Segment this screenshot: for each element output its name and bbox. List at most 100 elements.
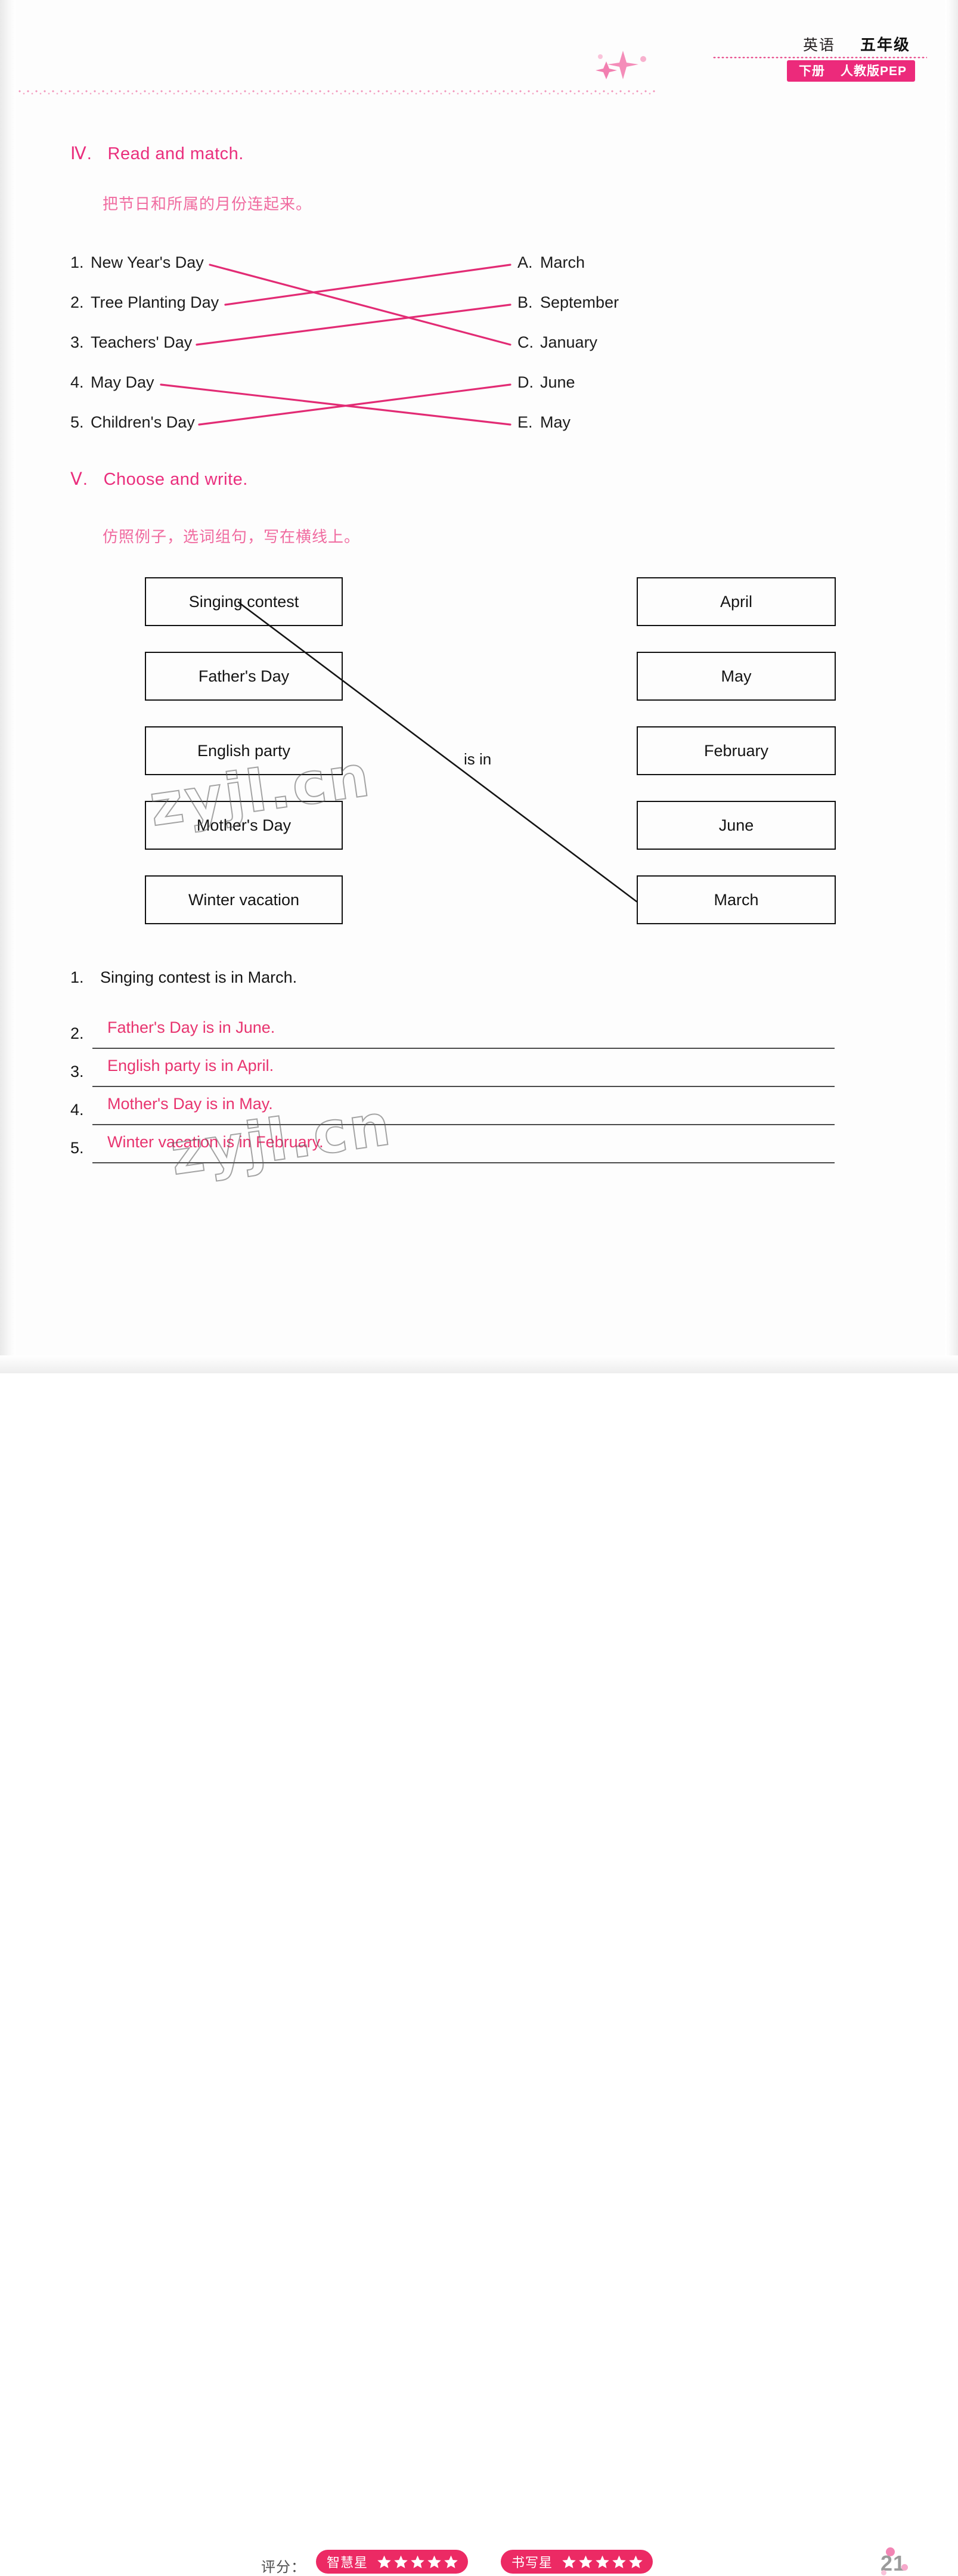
answer-rule-2 <box>92 1048 835 1049</box>
footer-dot-1 <box>886 2547 895 2556</box>
match-left-label-3: Teachers' Day <box>91 333 193 351</box>
match-left-label-5: Children's Day <box>91 413 195 431</box>
header-edition-band: 下册 人教版PEP <box>786 60 915 82</box>
answer-num-3: 3. <box>70 1063 84 1080</box>
match-left-num-1: 1. <box>70 253 84 271</box>
match-right-ltr-d: D. <box>517 373 534 391</box>
match-left-label-2: Tree Planting Day <box>91 293 219 311</box>
match-line-4-e <box>160 383 511 426</box>
footer-dot-2 <box>901 2564 908 2571</box>
header-subject: 英语 <box>802 37 835 54</box>
match-left-num-2: 2. <box>70 293 84 311</box>
match-line-2-a <box>224 264 511 306</box>
word-box-left-1[interactable]: Singing contest <box>145 577 343 626</box>
star-icon <box>579 2555 593 2568</box>
header-dotted-rule <box>712 57 927 58</box>
answer-rule-4 <box>92 1124 835 1125</box>
match-left-label-4: May Day <box>91 373 154 391</box>
star-icon <box>377 2555 391 2568</box>
match-right-label-d: June <box>540 373 575 391</box>
word-box-left-5[interactable]: Winter vacation <box>145 875 343 924</box>
badge-writing-star-rating <box>562 2555 643 2569</box>
badge-writing-star-label: 书写星 <box>511 2555 553 2570</box>
section-4-heading: Ⅳ. Read and match. <box>70 143 244 164</box>
answer-rule-5 <box>92 1162 835 1163</box>
match-right-item-a[interactable]: A. March <box>517 253 585 272</box>
word-box-left-4[interactable]: Mother's Day <box>145 801 343 850</box>
word-box-left-3[interactable]: English party <box>145 726 343 775</box>
match-right-label-c: January <box>540 333 598 351</box>
match-line-3-b <box>196 304 511 346</box>
match-line-5-d <box>198 383 511 426</box>
match-right-item-d[interactable]: D. June <box>517 373 575 392</box>
answer-text-5[interactable]: Winter vacation is in February. <box>107 1133 324 1151</box>
star-icon <box>596 2555 609 2568</box>
match-right-ltr-c: C. <box>517 333 534 351</box>
answer-num-1: 1. <box>70 968 84 986</box>
match-left-item-4[interactable]: 4. May Day <box>70 373 154 392</box>
answer-text-4[interactable]: Mother's Day is in May. <box>107 1095 273 1113</box>
badge-wisdom-star[interactable]: 智慧星 <box>316 2550 469 2574</box>
match-right-item-c[interactable]: C. January <box>517 333 597 352</box>
star-icon <box>629 2555 643 2568</box>
star-icon <box>411 2555 424 2568</box>
match-left-item-1[interactable]: 1. New Year's Day <box>70 253 204 272</box>
page-bottom-edge-shade <box>0 1355 958 1373</box>
match-left-item-5[interactable]: 5. Children's Day <box>70 413 195 432</box>
answer-num-2: 2. <box>70 1024 84 1042</box>
answer-text-1: Singing contest is in March. <box>100 968 297 986</box>
page-footer: 评分： 智慧星 书写星 21 <box>0 1264 958 2575</box>
footer-dot-3 <box>881 2570 886 2575</box>
answer-num-5: 5. <box>70 1139 84 1157</box>
match-left-num-4: 4. <box>70 373 84 391</box>
flower-decoration-icon <box>596 51 646 79</box>
star-icon <box>562 2555 576 2568</box>
answer-num-4: 4. <box>70 1101 84 1119</box>
match-right-item-b[interactable]: B. September <box>517 293 619 312</box>
match-right-label-a: March <box>540 253 585 271</box>
word-box-right-4[interactable]: June <box>637 801 836 850</box>
header-grade: 五年级 <box>860 36 910 54</box>
badge-writing-star[interactable]: 书写星 <box>501 2550 653 2574</box>
word-box-right-5[interactable]: March <box>637 875 836 924</box>
header-title-row: 英语 五年级 <box>803 33 910 55</box>
page-right-edge-shade <box>945 0 958 1373</box>
section-5-title: Choose and write. <box>103 470 248 489</box>
match-left-item-3[interactable]: 3. Teachers' Day <box>70 333 192 352</box>
header-edition: 人教版PEP <box>840 64 907 78</box>
match-left-item-2[interactable]: 2. Tree Planting Day <box>70 293 219 312</box>
section-5-instruction: 仿照例子，选词组句，写在横线上。 <box>103 528 361 546</box>
match-right-ltr-e: E. <box>517 413 533 431</box>
word-box-right-3[interactable]: February <box>637 726 836 775</box>
answer-text-2[interactable]: Father's Day is in June. <box>107 1018 275 1037</box>
section-5-number: Ⅴ. <box>70 470 88 489</box>
section-4-title: Read and match. <box>107 144 244 163</box>
word-box-right-1[interactable]: April <box>637 577 836 626</box>
match-right-label-e: May <box>540 413 571 431</box>
star-icon <box>444 2555 458 2568</box>
workbook-page: 英语 五年级 下册 人教版PEP Ⅳ. Read and match. 把节日和… <box>0 0 958 2575</box>
section-4-number: Ⅳ. <box>70 144 92 163</box>
connector-is-in: is in <box>464 750 492 768</box>
answer-text-3[interactable]: English party is in April. <box>107 1057 274 1075</box>
star-icon <box>612 2555 626 2568</box>
score-label: 评分： <box>261 2559 306 2575</box>
match-line-1-c <box>209 264 511 346</box>
word-box-right-2[interactable]: May <box>637 652 836 701</box>
page-left-edge-shade <box>0 0 15 1373</box>
match-right-label-b: September <box>540 293 619 311</box>
word-box-left-2[interactable]: Father's Day <box>145 652 343 701</box>
star-icon <box>427 2555 441 2568</box>
badge-wisdom-star-rating <box>377 2555 458 2569</box>
top-decorative-rule <box>18 89 656 98</box>
match-left-label-1: New Year's Day <box>91 253 204 271</box>
header-volume: 下册 <box>798 64 825 78</box>
match-right-item-e[interactable]: E. May <box>517 413 571 432</box>
section-5-heading: Ⅴ. Choose and write. <box>70 469 248 490</box>
answer-rule-3 <box>92 1086 835 1087</box>
page-header: 英语 五年级 下册 人教版PEP <box>596 33 927 92</box>
star-icon <box>394 2555 408 2568</box>
match-left-num-3: 3. <box>70 333 84 351</box>
match-right-ltr-a: A. <box>517 253 533 271</box>
match-left-num-5: 5. <box>70 413 84 431</box>
